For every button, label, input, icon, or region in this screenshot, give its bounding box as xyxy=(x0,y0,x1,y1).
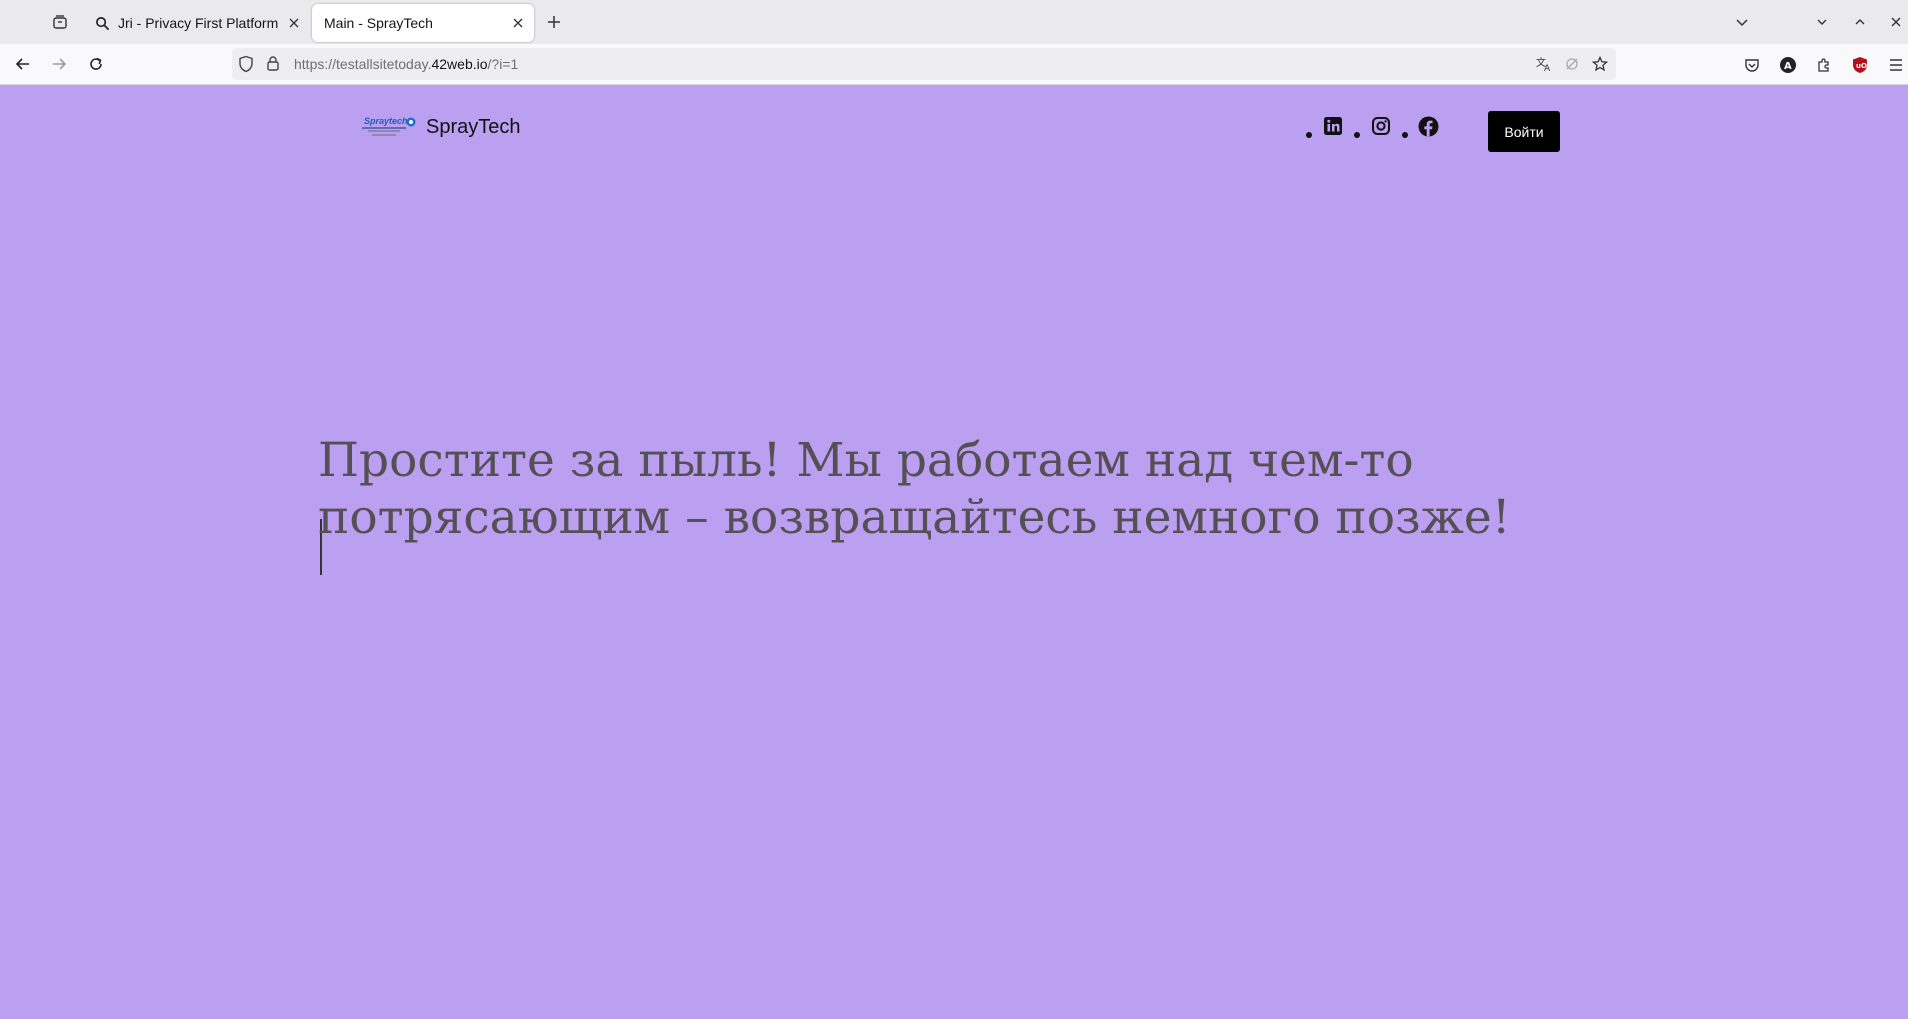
chevron-up-icon xyxy=(1855,19,1865,25)
new-tab-button[interactable] xyxy=(540,8,568,36)
account-avatar-icon[interactable]: A xyxy=(1777,54,1799,76)
url-prefix: https://testallsitetoday. xyxy=(294,56,432,72)
close-icon xyxy=(289,18,299,28)
bookmark-star-icon[interactable] xyxy=(1590,54,1610,74)
login-button[interactable]: Войти xyxy=(1488,111,1560,152)
svg-text:uO: uO xyxy=(1856,62,1867,70)
maximize-button[interactable] xyxy=(1846,8,1874,36)
pocket-icon[interactable] xyxy=(1741,54,1763,76)
maintenance-message: Простите за пыль! Мы работаем над чем-то… xyxy=(318,433,1511,545)
svg-text:A: A xyxy=(1544,64,1551,73)
separator-dot xyxy=(1402,132,1408,138)
translate-icon[interactable]: 文A xyxy=(1534,54,1554,74)
tab-main-spraytech[interactable]: Main - SprayTech xyxy=(312,4,534,42)
separator-dot xyxy=(1354,132,1360,138)
url-suffix: /?i=1 xyxy=(487,56,519,72)
tab-close-button[interactable] xyxy=(506,11,530,35)
tab-title: Main - SprayTech xyxy=(324,15,433,31)
back-button[interactable] xyxy=(8,49,38,79)
lock-icon[interactable] xyxy=(266,55,280,76)
browser-tab-bar: Jri - Privacy First Platform Main - Spra… xyxy=(0,0,1908,44)
tracking-protection-icon[interactable] xyxy=(238,55,254,78)
svg-text:A: A xyxy=(1784,61,1792,72)
chevron-down-icon xyxy=(1817,19,1827,25)
spraytech-logo: Spraytech xyxy=(360,115,418,139)
reload-icon xyxy=(90,57,102,70)
chevron-down-icon xyxy=(1736,19,1748,27)
tab-close-button[interactable] xyxy=(282,11,306,35)
extensions-puzzle-icon[interactable] xyxy=(1813,54,1835,76)
facebook-link[interactable] xyxy=(1417,115,1439,137)
separator-dot xyxy=(1306,132,1312,138)
close-window-button[interactable] xyxy=(1882,8,1908,36)
firefox-view-icon xyxy=(53,15,67,29)
list-all-tabs-button[interactable] xyxy=(1728,8,1756,36)
linkedin-icon xyxy=(1324,117,1342,135)
page-content: Spraytech SprayTech Войти xyxy=(0,85,1908,1019)
site-logo-link[interactable]: Spraytech SprayTech xyxy=(360,115,521,139)
forward-button[interactable] xyxy=(44,49,74,79)
reload-button[interactable] xyxy=(81,49,111,79)
extension-puzzle-disabled-icon[interactable] xyxy=(1562,54,1582,74)
svg-text:Spraytech: Spraytech xyxy=(364,116,408,126)
close-icon xyxy=(513,18,523,28)
instagram-link[interactable] xyxy=(1370,115,1392,137)
plus-icon xyxy=(548,16,560,28)
arrow-right-icon xyxy=(53,58,67,70)
hamburger-menu-icon[interactable] xyxy=(1885,54,1907,76)
tab-title: Jri - Privacy First Platform xyxy=(118,15,279,31)
url-text[interactable]: https://testallsitetoday.42web.io/?i=1 xyxy=(294,48,518,80)
search-icon xyxy=(94,15,110,31)
instagram-icon xyxy=(1372,117,1390,135)
arrow-left-icon xyxy=(15,58,29,70)
linkedin-link[interactable] xyxy=(1322,115,1344,137)
address-bar[interactable]: https://testallsitetoday.42web.io/?i=1 文… xyxy=(232,48,1616,80)
firefox-view-button[interactable] xyxy=(44,7,76,37)
minimize-button[interactable] xyxy=(1808,8,1836,36)
ublock-origin-icon[interactable]: uO xyxy=(1849,54,1871,76)
close-icon xyxy=(1891,17,1901,27)
facebook-icon xyxy=(1418,116,1438,136)
browser-navigation-bar: https://testallsitetoday.42web.io/?i=1 文… xyxy=(0,44,1908,85)
url-domain: 42web.io xyxy=(431,56,488,72)
tab-jri[interactable]: Jri - Privacy First Platform xyxy=(84,4,310,42)
site-title[interactable]: SprayTech xyxy=(426,116,521,139)
